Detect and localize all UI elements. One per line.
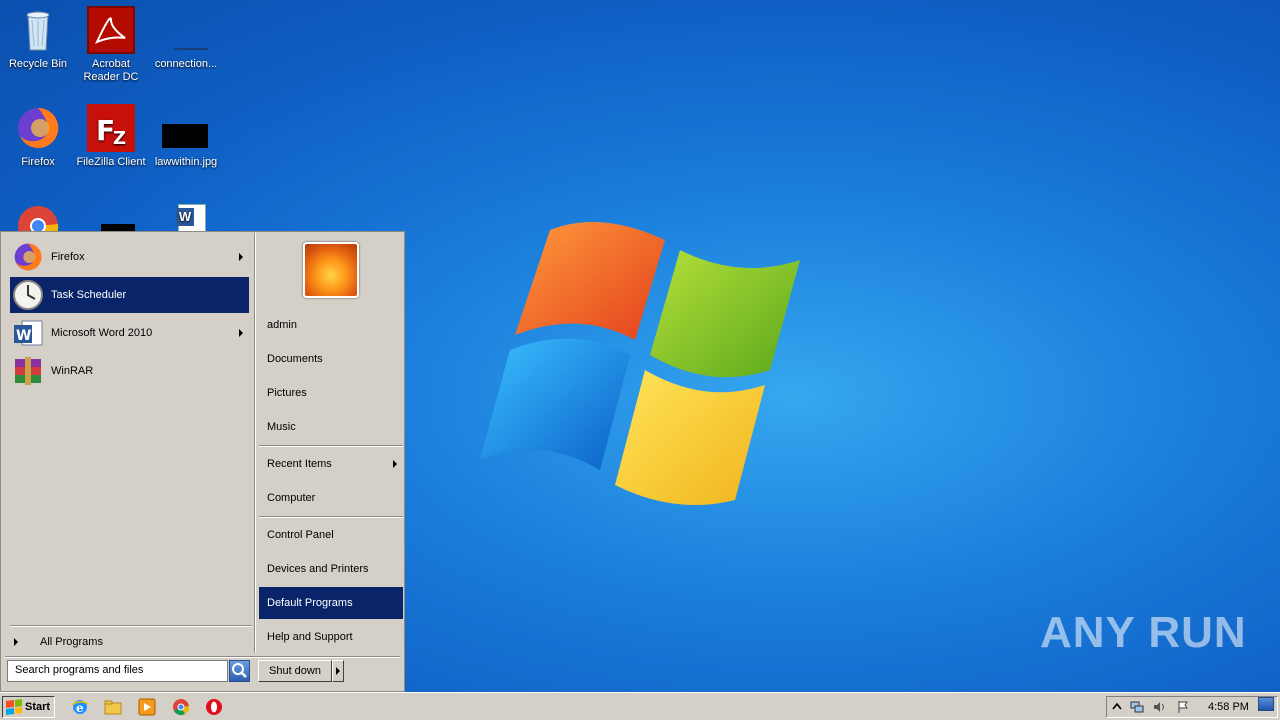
places-item-music[interactable]: Music (259, 411, 403, 443)
separator (5, 656, 400, 658)
start-item-label: Firefox (51, 251, 85, 263)
start-item-task-scheduler[interactable]: Task Scheduler (10, 277, 249, 313)
desktop-icon-firefox[interactable]: Firefox (0, 104, 76, 169)
explorer-icon[interactable] (104, 698, 122, 716)
places-item-default-programs[interactable]: Default Programs (259, 587, 403, 619)
winrar-icon (12, 355, 44, 387)
clock-icon (12, 279, 44, 311)
places-item-pictures[interactable]: Pictures (259, 377, 403, 409)
desktop-icon-connection[interactable]: connection... (148, 6, 224, 71)
places-item-label: Help and Support (267, 631, 353, 643)
places-item-help-support[interactable]: Help and Support (259, 621, 403, 653)
submenu-arrow-icon (393, 460, 397, 468)
places-item-control-panel[interactable]: Control Panel (259, 519, 403, 551)
start-label: Start (25, 701, 51, 713)
desktop-icon-label: Recycle Bin (8, 58, 68, 70)
places-item-label: Computer (267, 492, 316, 504)
start-menu-places-pane: admin Documents Pictures Music Recent It… (259, 232, 404, 657)
shutdown-button[interactable]: Shut down (258, 660, 332, 682)
desktop-icon-label: connection... (154, 58, 218, 70)
firefox-icon (14, 104, 62, 152)
watermark-text: ANY RUN (1040, 608, 1247, 657)
shutdown-options-button[interactable] (332, 660, 344, 682)
places-item-label: Music (267, 421, 296, 433)
start-item-label: Microsoft Word 2010 (51, 327, 153, 339)
recycle-bin-icon (14, 6, 62, 54)
separator (259, 516, 403, 518)
desktop-icon-label: Firefox (21, 156, 55, 168)
separator (10, 625, 252, 627)
places-item-devices-printers[interactable]: Devices and Printers (259, 553, 403, 585)
svg-text:Z: Z (113, 128, 126, 149)
places-item-label: Default Programs (267, 597, 353, 609)
network-icon[interactable] (1130, 700, 1144, 714)
filezilla-icon: FZ (87, 104, 135, 152)
places-item-label: Control Panel (267, 529, 334, 541)
opera-icon[interactable] (205, 698, 223, 716)
places-item-admin[interactable]: admin (259, 309, 403, 341)
show-desktop-button[interactable] (1258, 697, 1274, 711)
acrobat-icon (87, 6, 135, 54)
expand-arrow-icon (14, 638, 18, 646)
media-player-icon[interactable] (138, 698, 156, 716)
start-menu: Firefox Task Scheduler W Microsoft Word … (0, 231, 405, 692)
action-center-flag-icon[interactable] (1176, 700, 1190, 714)
places-item-label: Recent Items (267, 458, 332, 470)
chrome-icon[interactable] (172, 698, 190, 716)
ie-icon[interactable]: e (71, 698, 89, 716)
start-item-label: Task Scheduler (51, 289, 127, 301)
firefox-icon (12, 241, 44, 273)
separator (259, 445, 403, 447)
system-tray (1106, 696, 1278, 718)
all-programs-button[interactable]: All Programs (10, 631, 249, 653)
volume-icon[interactable] (1152, 700, 1166, 714)
places-item-documents[interactable]: Documents (259, 343, 403, 375)
windows-logo (480, 222, 800, 505)
places-item-label: Documents (267, 353, 323, 365)
submenu-arrow-icon (239, 253, 243, 261)
taskbar: Start e 4:58 PM (0, 692, 1280, 720)
word-icon: W (12, 317, 44, 349)
windows-flag-icon (6, 699, 22, 715)
svg-text:e: e (76, 701, 84, 715)
desktop-icon-recycle-bin[interactable]: Recycle Bin (0, 6, 76, 71)
start-item-label: WinRAR (51, 365, 94, 377)
image-file-icon (162, 104, 210, 152)
start-button[interactable]: Start (2, 696, 55, 718)
desktop-icon-label: FileZilla Client (76, 156, 146, 168)
pane-divider (254, 233, 256, 653)
start-item-word[interactable]: W Microsoft Word 2010 (10, 315, 249, 351)
search-button[interactable] (229, 660, 250, 682)
submenu-arrow-icon (239, 329, 243, 337)
clock[interactable]: 4:58 PM (1208, 701, 1249, 713)
start-menu-bottom-bar: Search programs and files Shut down (1, 656, 404, 692)
all-programs-label: All Programs (40, 636, 103, 648)
search-input[interactable]: Search programs and files (7, 660, 228, 682)
start-item-firefox[interactable]: Firefox (10, 239, 249, 275)
desktop-icon-label: lawwithin.jpg (154, 156, 218, 168)
file-icon (162, 6, 210, 54)
shutdown-label: Shut down (269, 665, 321, 677)
desktop-icon-acrobat[interactable]: Acrobat Reader DC (73, 6, 149, 84)
start-item-winrar[interactable]: WinRAR (10, 353, 249, 389)
places-item-label: Devices and Printers (267, 563, 369, 575)
places-item-label: Pictures (267, 387, 307, 399)
places-item-label: admin (267, 319, 297, 331)
user-picture-avatar[interactable] (303, 242, 359, 298)
places-item-computer[interactable]: Computer (259, 482, 403, 514)
places-item-recent-items[interactable]: Recent Items (259, 448, 403, 480)
desktop-icon-label: Acrobat Reader DC (83, 58, 139, 83)
desktop-icon-lawwithin[interactable]: lawwithin.jpg (148, 104, 224, 169)
search-icon (232, 663, 247, 678)
show-hidden-icons-icon[interactable] (1110, 700, 1124, 714)
desktop-icon-filezilla[interactable]: FZ FileZilla Client (73, 104, 149, 169)
anyrun-watermark: ANY RUN (1040, 608, 1247, 658)
svg-text:W: W (16, 328, 31, 344)
start-menu-programs-pane: Firefox Task Scheduler W Microsoft Word … (2, 233, 254, 653)
